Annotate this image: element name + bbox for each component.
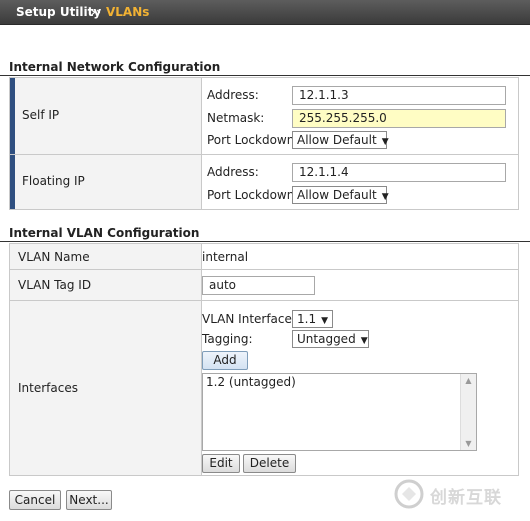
next-button[interactable]: Next... [66, 490, 112, 510]
edit-interface-button[interactable]: Edit [202, 454, 240, 473]
floating-ip-cell: Floating IP [9, 154, 202, 210]
internal-network-table: Self IP Address: 12.1.1.3 Netmask: 255.2… [9, 77, 519, 210]
floating-ip-address-label: Address: [207, 165, 259, 179]
self-ip-address-label: Address: [207, 88, 259, 102]
add-interface-button[interactable]: Add [202, 351, 248, 370]
floating-ip-label: Floating IP [22, 174, 85, 188]
vlan-interfaces-select[interactable]: 1.1 ▼ [292, 310, 333, 328]
breadcrumb-root[interactable]: Setup Utility [16, 5, 101, 19]
vlan-interfaces-label: VLAN Interfaces [202, 312, 299, 326]
chevron-down-icon: ▼ [381, 192, 389, 202]
watermark-text: 创新互联 [430, 488, 502, 508]
internal-vlan-table: VLAN Name internal VLAN Tag ID auto Inte… [9, 243, 519, 476]
vlan-name-value: internal [202, 250, 249, 264]
cancel-button[interactable]: Cancel [9, 490, 61, 510]
tagging-label: Tagging: [202, 332, 253, 346]
section-divider [0, 241, 530, 242]
floating-ip-address-input[interactable]: 12.1.1.4 [292, 163, 506, 182]
vlan-tag-label: VLAN Tag ID [18, 278, 92, 292]
tagging-select[interactable]: Untagged ▼ [292, 330, 369, 348]
interfaces-fields: VLAN Interfaces 1.1 ▼ Tagging: Untagged ▼ … [201, 300, 519, 476]
internal-vlan-title: Internal VLAN Configuration [9, 226, 200, 240]
chevron-down-icon: ▼ [321, 316, 329, 326]
self-ip-port-lockdown-value: Allow Default [297, 133, 377, 147]
self-ip-port-lockdown-select[interactable]: Allow Default ▼ [292, 131, 389, 149]
self-ip-label: Self IP [22, 108, 60, 122]
breadcrumb-separator: ›› [91, 5, 101, 19]
chevron-down-icon: ▼ [360, 336, 368, 346]
vlan-tag-value-cell: auto [201, 269, 519, 301]
scroll-up-icon[interactable]: ▲ [461, 376, 476, 385]
floating-ip-port-lockdown-label: Port Lockdown: [207, 188, 299, 202]
listbox-scrollbar[interactable]: ▲ ▼ [460, 374, 476, 450]
floating-ip-port-lockdown-value: Allow Default [297, 188, 377, 202]
vlan-interfaces-value: 1.1 [297, 312, 317, 326]
scroll-down-icon[interactable]: ▼ [461, 439, 476, 448]
list-item[interactable]: 1.2 (untagged) [206, 375, 296, 389]
delete-interface-button[interactable]: Delete [243, 454, 296, 473]
vlan-name-label: VLAN Name [18, 250, 90, 264]
self-ip-fields: Address: 12.1.1.3 Netmask: 255.255.255.0… [201, 77, 519, 155]
interfaces-label: Interfaces [18, 381, 78, 395]
floating-ip-fields: Address: 12.1.1.4 Port Lockdown: Allow D… [201, 154, 519, 210]
chevron-down-icon: ▼ [381, 137, 389, 147]
accent-bar [10, 78, 15, 154]
tagging-value: Untagged [297, 332, 356, 346]
vlan-tag-input[interactable]: auto [202, 276, 315, 295]
section-divider [0, 75, 530, 76]
floating-ip-port-lockdown-select[interactable]: Allow Default ▼ [292, 186, 389, 204]
top-bar: Setup Utility ›› VLANs [0, 0, 530, 25]
vlan-tag-cell: VLAN Tag ID [9, 269, 202, 301]
interface-listbox[interactable]: 1.2 (untagged) ▲ ▼ [202, 373, 477, 451]
breadcrumb-current: VLANs [106, 5, 150, 19]
netmask-label: Netmask: [207, 111, 265, 125]
netmask-input[interactable]: 255.255.255.0 [292, 109, 506, 128]
vlan-name-cell: VLAN Name [9, 243, 202, 270]
vlan-name-value-cell: internal [201, 243, 519, 270]
accent-bar [10, 155, 15, 209]
internal-network-title: Internal Network Configuration [9, 60, 221, 74]
self-ip-port-lockdown-label: Port Lockdown: [207, 133, 299, 147]
interfaces-cell: Interfaces [9, 300, 202, 476]
self-ip-cell: Self IP [9, 77, 202, 155]
self-ip-address-input[interactable]: 12.1.1.3 [292, 86, 506, 105]
watermark-logo: 创新互联 [394, 478, 526, 510]
